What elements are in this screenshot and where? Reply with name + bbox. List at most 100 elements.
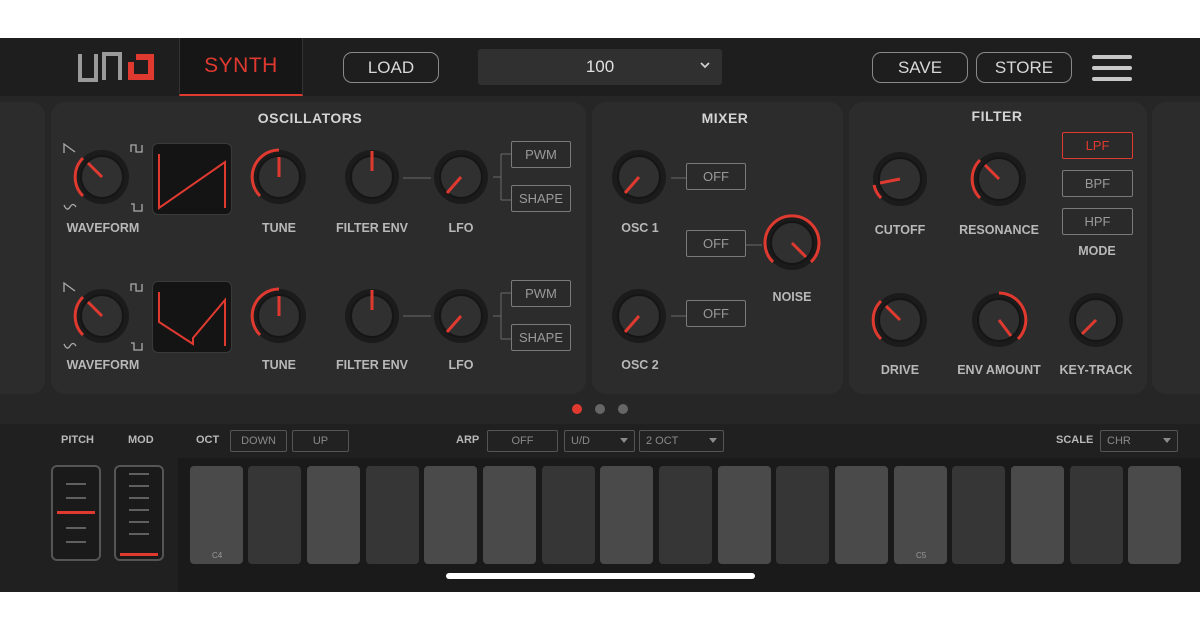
home-indicator[interactable] (446, 573, 755, 579)
note-label: C5 (916, 551, 927, 560)
page-indicator (568, 404, 632, 416)
filter-env-knob[interactable] (338, 282, 406, 350)
pitch-wheel[interactable] (51, 465, 101, 561)
piano-key[interactable] (952, 466, 1005, 564)
chevron-down-icon (700, 62, 710, 69)
piano-key[interactable] (483, 466, 536, 564)
osc2-level-knob[interactable] (605, 282, 673, 350)
shape-button[interactable]: SHAPE (511, 185, 571, 212)
connector-line (671, 315, 687, 317)
piano-key[interactable] (1011, 466, 1064, 564)
connector-bracket (493, 292, 513, 340)
piano-key[interactable]: C5 (894, 466, 947, 564)
lfo-knob[interactable] (427, 143, 495, 211)
tune-knob[interactable] (245, 282, 313, 350)
arp-range-select[interactable]: 2 OCT (639, 430, 724, 452)
piano-key[interactable] (659, 466, 712, 564)
waveform-knob[interactable] (68, 282, 136, 350)
piano-key[interactable] (835, 466, 888, 564)
piano-key[interactable] (307, 466, 360, 564)
mod-wheel-marker (120, 553, 158, 556)
lfo-label: LFO (448, 221, 474, 235)
lfo-label: LFO (448, 358, 474, 372)
piano-key[interactable] (366, 466, 419, 564)
pwm-button[interactable]: PWM (511, 141, 571, 168)
key-track-label: KEY-TRACK (1059, 363, 1133, 377)
connector-line (671, 177, 687, 179)
scale-select[interactable]: CHR (1100, 430, 1178, 452)
oct-up-button[interactable]: UP (292, 430, 349, 452)
shape-button[interactable]: SHAPE (511, 324, 571, 351)
piano-key[interactable] (600, 466, 653, 564)
waveform-display (152, 143, 232, 215)
osc2-label: OSC 2 (621, 358, 659, 372)
lfo-knob[interactable] (427, 282, 495, 350)
mod-wheel[interactable] (114, 465, 164, 561)
piano-key[interactable]: C4 (190, 466, 243, 564)
store-button[interactable]: STORE (976, 52, 1072, 83)
scale-label: SCALE (1056, 434, 1094, 446)
filter-env-knob[interactable] (338, 143, 406, 211)
osc2-toggle[interactable]: OFF (686, 300, 746, 327)
keyboard-section: PITCH MOD OCT DOWN UP ARP OFF U/D 2 OCT … (0, 424, 1200, 592)
osc1-level-knob[interactable] (605, 143, 673, 211)
oscillators-panel: OSCILLATORS WAVEFORM TUNE FILTER ENV LFO… (51, 102, 586, 394)
osc1-toggle[interactable]: OFF (686, 163, 746, 190)
prev-panel-edge (0, 102, 45, 394)
cutoff-knob[interactable] (866, 145, 934, 213)
mode-lpf-button[interactable]: LPF (1062, 132, 1133, 159)
piano-key[interactable] (1128, 466, 1181, 564)
waveform-label: WAVEFORM (66, 358, 140, 372)
pwm-button[interactable]: PWM (511, 280, 571, 307)
env-amount-knob[interactable] (965, 286, 1033, 354)
page-dot[interactable] (572, 404, 582, 414)
save-button[interactable]: SAVE (872, 52, 968, 83)
pitch-label: PITCH (61, 434, 94, 446)
arp-label: ARP (456, 434, 480, 446)
noise-level-knob[interactable] (758, 209, 826, 277)
panel-title: FILTER (971, 108, 1023, 124)
resonance-knob[interactable] (965, 145, 1033, 213)
connector-bracket (493, 153, 513, 201)
panel-title: OSCILLATORS (257, 110, 363, 126)
next-panel-edge (1152, 102, 1200, 394)
synth-app: SYNTH LOAD 100 SAVE STORE OSCILLATORS WA… (0, 38, 1200, 592)
drive-knob[interactable] (866, 286, 934, 354)
load-button[interactable]: LOAD (343, 52, 439, 83)
top-bar: SYNTH LOAD 100 SAVE STORE (0, 38, 1200, 96)
drive-label: DRIVE (880, 363, 920, 377)
waveform-knob[interactable] (68, 143, 136, 211)
piano-key[interactable] (1070, 466, 1123, 564)
arp-mode-value: U/D (571, 435, 590, 447)
page-dot[interactable] (618, 404, 628, 414)
osc1-label: OSC 1 (621, 221, 659, 235)
oct-down-button[interactable]: DOWN (230, 430, 287, 452)
tab-synth[interactable]: SYNTH (179, 38, 303, 96)
waveform-label: WAVEFORM (66, 221, 140, 235)
mod-label: MOD (128, 434, 154, 446)
noise-toggle[interactable]: OFF (686, 230, 746, 257)
piano-keyboard: C4 C5 (178, 458, 1200, 592)
mode-hpf-button[interactable]: HPF (1062, 208, 1133, 235)
piano-key[interactable] (542, 466, 595, 564)
mode-bpf-button[interactable]: BPF (1062, 170, 1133, 197)
arp-mode-select[interactable]: U/D (564, 430, 635, 452)
env-amount-label: ENV AMOUNT (957, 363, 1041, 377)
tune-knob[interactable] (245, 143, 313, 211)
preset-selector[interactable]: 100 (478, 49, 722, 85)
piano-key[interactable] (776, 466, 829, 564)
arp-range-value: 2 OCT (646, 435, 679, 447)
piano-key[interactable] (248, 466, 301, 564)
dropdown-arrow-icon (620, 438, 628, 443)
page-dot[interactable] (595, 404, 605, 414)
menu-icon[interactable] (1092, 55, 1132, 81)
piano-key[interactable] (718, 466, 771, 564)
key-track-knob[interactable] (1062, 286, 1130, 354)
oct-label: OCT (196, 434, 220, 446)
scale-value: CHR (1107, 435, 1131, 447)
mode-label: MODE (1078, 244, 1116, 258)
arp-toggle[interactable]: OFF (487, 430, 558, 452)
piano-key[interactable] (424, 466, 477, 564)
panel-title: MIXER (701, 110, 749, 126)
preset-value: 100 (585, 57, 615, 76)
